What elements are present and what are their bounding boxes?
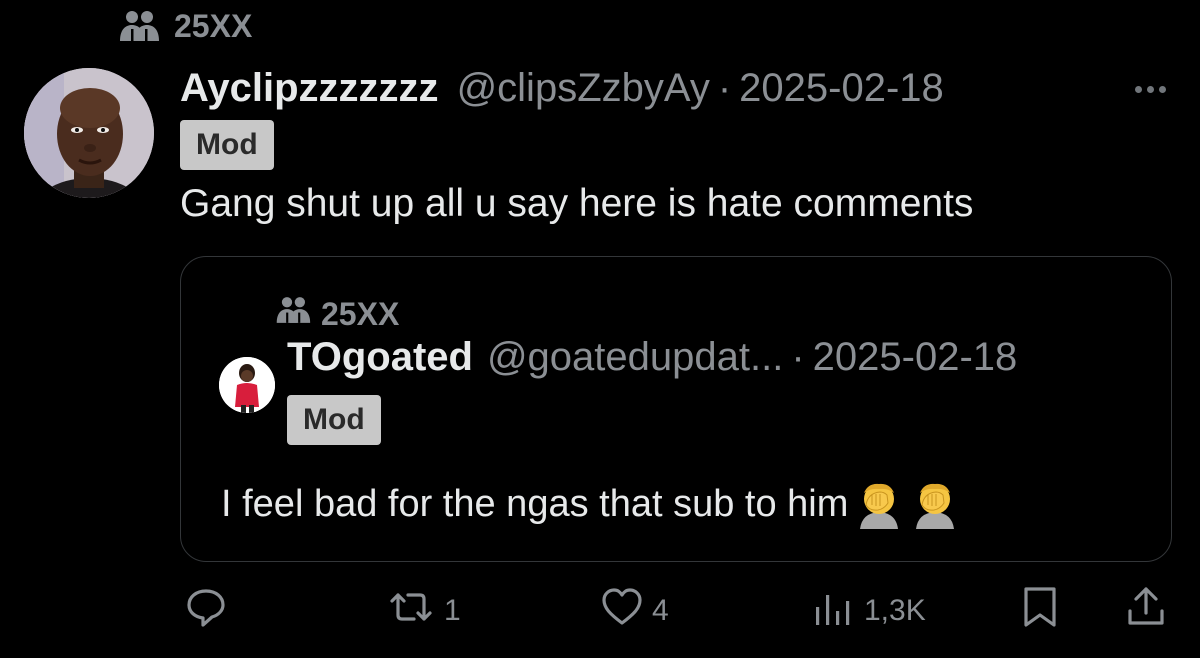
share-icon [1124, 585, 1168, 637]
community-name: 25XX [174, 7, 253, 44]
mod-badge: Mod [180, 120, 274, 170]
quoted-community-label[interactable]: 25XX [275, 295, 399, 333]
more-options-button[interactable] [1128, 74, 1172, 104]
quoted-post-header: TOgoated @goatedupdat... · 2025-02-18 [287, 335, 1017, 380]
quoted-author-handle[interactable]: @goatedupdat... [487, 335, 783, 380]
views-button[interactable]: 1,3K [812, 586, 926, 636]
community-icon [118, 9, 160, 43]
quoted-avatar[interactable] [219, 357, 275, 413]
quoted-post-text: I feel bad for the ngas that sub to him [221, 482, 849, 525]
reply-button[interactable] [184, 586, 236, 636]
quoted-mod-badge: Mod [287, 395, 381, 445]
repost-icon [386, 585, 436, 637]
author-display-name[interactable]: Ayclipzzzzzzz [180, 66, 439, 111]
like-button[interactable]: 4 [600, 586, 669, 636]
post-header: Ayclipzzzzzzz @clipsZzbyAy · 2025-02-18 [180, 62, 944, 114]
views-icon [812, 585, 856, 637]
post-date[interactable]: 2025-02-18 [739, 66, 944, 111]
post-text: Gang shut up all u say here is hate comm… [180, 182, 974, 225]
action-bar: 1 4 1,3K [0, 586, 1200, 636]
repost-count: 1 [444, 594, 461, 627]
bookmark-button[interactable] [1020, 586, 1060, 636]
quoted-author-display-name[interactable]: TOgoated [287, 335, 473, 380]
quoted-post-text-row: I feel bad for the ngas that sub to him [221, 479, 960, 529]
heart-icon [600, 585, 644, 637]
quoted-post-date: 2025-02-18 [812, 335, 1018, 379]
views-count: 1,3K [864, 594, 926, 627]
reply-icon [184, 585, 228, 637]
quoted-community-name: 25XX [321, 295, 400, 332]
community-icon [275, 295, 311, 333]
separator-dot: · [717, 65, 732, 110]
repost-button[interactable]: 1 [386, 586, 461, 636]
like-count: 4 [652, 594, 669, 627]
quoted-post-card[interactable]: 25XX TOgoated @goatedupdat... · 2025-02-… [180, 256, 1172, 562]
face-palm-emoji [854, 479, 904, 529]
share-button[interactable] [1124, 586, 1168, 636]
community-label[interactable]: 25XX [118, 8, 252, 44]
author-handle[interactable]: @clipsZzbyAy [457, 66, 710, 111]
avatar[interactable] [24, 68, 154, 198]
separator-dot: · [791, 335, 805, 379]
bookmark-icon [1020, 585, 1060, 637]
face-palm-emoji [910, 479, 960, 529]
more-horizontal-icon [1134, 85, 1142, 93]
